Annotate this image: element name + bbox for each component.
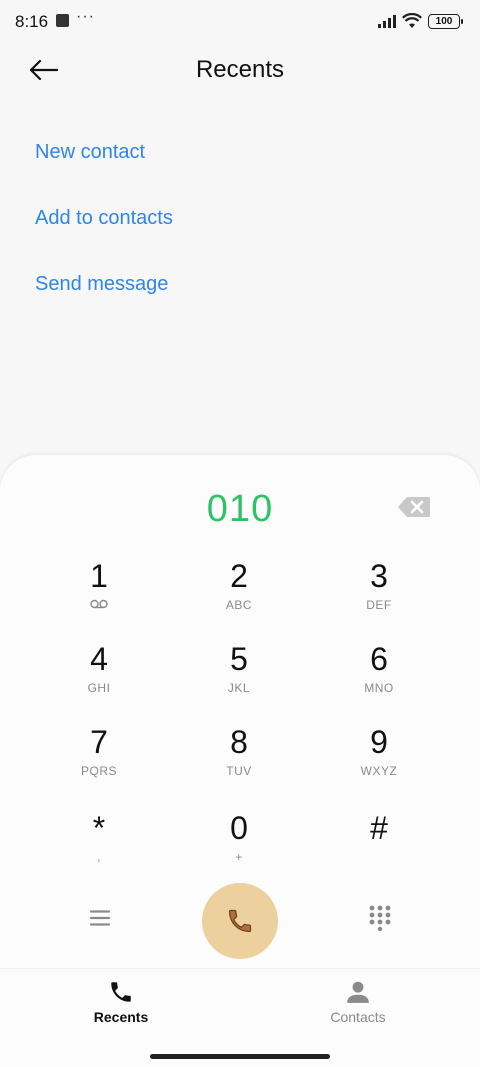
notification-icon <box>56 14 69 27</box>
new-contact-link[interactable]: New contact <box>35 141 145 164</box>
key-digit: 5 <box>230 641 248 677</box>
signal-icon <box>378 14 396 28</box>
key-letters: JKL <box>227 681 251 695</box>
keypad-toggle-button[interactable] <box>368 905 392 932</box>
menu-button[interactable] <box>88 906 112 930</box>
key-digit: 4 <box>90 641 108 677</box>
key-7[interactable]: 7 PQRS <box>44 724 154 794</box>
home-indicator <box>150 1054 330 1059</box>
key-hash[interactable]: # <box>324 810 434 880</box>
key-5[interactable]: 5 JKL <box>184 641 294 711</box>
status-icons: 100 <box>378 12 463 30</box>
more-notifications-icon: ··· <box>76 8 95 25</box>
tab-contacts[interactable]: Contacts <box>298 979 418 1025</box>
key-letters: TUV <box>226 764 252 778</box>
tab-recents-label: Recents <box>93 1009 149 1025</box>
status-time: 8:16 <box>15 12 49 31</box>
key-digit: 0 <box>230 810 248 846</box>
backspace-button[interactable] <box>397 496 431 518</box>
key-digit: 6 <box>370 641 388 677</box>
key-digit: 3 <box>370 558 388 594</box>
key-star[interactable]: * , <box>44 810 154 880</box>
backspace-icon <box>398 497 430 517</box>
key-1[interactable]: 1 <box>44 558 154 628</box>
phone-icon <box>111 982 131 1002</box>
person-icon <box>347 981 369 1003</box>
key-letters: PQRS <box>80 764 117 778</box>
key-digit: 2 <box>230 558 248 594</box>
tab-recents[interactable]: Recents <box>61 979 181 1025</box>
key-letters: MNO <box>364 681 394 695</box>
key-6[interactable]: 6 MNO <box>324 641 434 711</box>
wifi-icon <box>402 13 422 28</box>
key-digit: 8 <box>230 724 248 760</box>
battery-level: 100 <box>435 15 453 27</box>
menu-icon <box>89 910 111 926</box>
tab-contacts-label: Contacts <box>330 1009 386 1025</box>
key-8[interactable]: 8 TUV <box>184 724 294 794</box>
key-2[interactable]: 2 ABC <box>184 558 294 628</box>
send-message-link[interactable]: Send message <box>35 273 168 296</box>
voicemail-icon <box>44 598 154 612</box>
status-bar: 8:16 ··· 100 <box>0 0 480 44</box>
add-to-contacts-link[interactable]: Add to contacts <box>35 207 173 230</box>
page-title: Recents <box>195 56 285 83</box>
phone-icon <box>228 909 252 933</box>
key-letters: ABC <box>225 598 253 612</box>
key-letters: DEF <box>366 598 392 612</box>
key-letters: WXYZ <box>360 764 398 778</box>
dialpad-icon <box>369 905 391 932</box>
key-letters: + <box>235 850 243 864</box>
key-digit: 9 <box>370 724 388 760</box>
key-digit: # <box>370 810 388 846</box>
key-digit: 1 <box>90 558 108 594</box>
key-3[interactable]: 3 DEF <box>324 558 434 628</box>
key-0[interactable]: 0 + <box>184 810 294 880</box>
call-button[interactable] <box>202 883 278 959</box>
key-digit: 7 <box>90 724 108 760</box>
key-letters: GHI <box>87 681 111 695</box>
battery-icon: 100 <box>428 13 463 29</box>
key-letters: , <box>97 850 101 864</box>
key-digit: * <box>92 810 106 846</box>
bottom-nav: Recents Contacts <box>0 968 480 1067</box>
key-4[interactable]: 4 GHI <box>44 641 154 711</box>
key-9[interactable]: 9 WXYZ <box>324 724 434 794</box>
